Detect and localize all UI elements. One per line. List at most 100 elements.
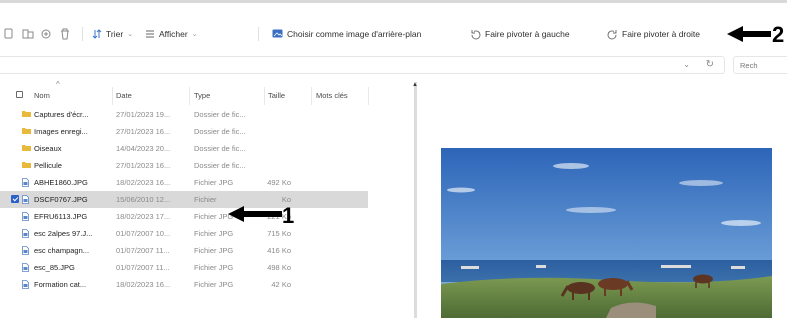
file-name: Pellicule	[34, 161, 62, 170]
delete-button[interactable]	[60, 25, 70, 43]
file-name: esc_85.JPG	[34, 263, 75, 272]
view-list-icon	[146, 30, 154, 38]
file-row[interactable]: Oiseaux 14/04/2023 20... Dossier de fic...	[0, 140, 368, 157]
file-type: Dossier de fic...	[194, 144, 246, 153]
file-name: Oiseaux	[34, 144, 62, 153]
file-date: 27/01/2023 16...	[116, 161, 171, 170]
annotation-label-2: 2	[772, 22, 785, 47]
file-row[interactable]: esc 2alpes 97.J... 01/07/2007 10... Fichie…	[0, 225, 368, 242]
image-file-icon	[22, 229, 29, 240]
image-preview	[441, 148, 772, 318]
chevron-down-icon[interactable]: ⌄	[683, 60, 690, 69]
rotate-right-label: Faire pivoter à droite	[622, 29, 700, 39]
file-type: Fichier JPG	[194, 178, 234, 187]
search-input[interactable]: Rech	[733, 56, 787, 74]
folder-icon	[22, 161, 31, 170]
share-icon	[41, 29, 51, 39]
folder-icon	[22, 127, 31, 136]
image-file-icon	[22, 263, 29, 274]
file-size: 416 Ko	[267, 246, 291, 255]
wallpaper-icon	[272, 29, 283, 38]
column-header-type[interactable]: Type	[194, 91, 210, 105]
file-type: Dossier de fic...	[194, 110, 246, 119]
file-row[interactable]: Captures d'écr... 27/01/2023 19... Dossier…	[0, 106, 368, 123]
chevron-down-icon: ⌄	[127, 31, 134, 38]
vertical-scrollbar[interactable]	[414, 82, 417, 318]
folder-icon	[22, 144, 31, 153]
file-date: 01/07/2007 11...	[116, 263, 170, 272]
image-file-icon	[22, 212, 29, 223]
set-background-button[interactable]: Choisir comme image d'arrière-plan	[272, 25, 421, 43]
column-header-date[interactable]: Date	[116, 91, 132, 105]
column-divider	[264, 87, 265, 105]
sort-ascending-icon: ^	[56, 80, 60, 89]
copy-icon	[4, 28, 13, 39]
file-row[interactable]: EFRU6113.JPG18/02/2023 17...Fichier JPG2…	[0, 208, 368, 225]
view-label: Afficher	[159, 29, 188, 39]
trash-icon	[61, 28, 69, 40]
file-type: Dossier de fic...	[194, 161, 246, 170]
file-date: 14/04/2023 20...	[116, 144, 171, 153]
file-list: ^ Nom Date Type Taille Mots clés Capture…	[0, 80, 420, 318]
file-date: 15/06/2010 12...	[116, 195, 171, 204]
share-button[interactable]	[40, 25, 52, 43]
column-divider	[368, 87, 369, 105]
file-name: Formation cat...	[34, 280, 87, 289]
copy-button[interactable]	[4, 25, 14, 43]
file-date: 27/01/2023 19...	[116, 110, 171, 119]
image-file-icon	[22, 195, 29, 206]
file-size: 42 Ko	[271, 280, 291, 289]
paste-icon	[22, 29, 34, 39]
file-type: Fichier	[194, 195, 217, 204]
column-header-tags[interactable]: Mots clés	[316, 91, 348, 105]
rotate-left-icon	[471, 29, 481, 39]
set-background-label: Choisir comme image d'arrière-plan	[287, 29, 422, 39]
file-size: 498 Ko	[267, 263, 291, 272]
file-row[interactable]: esc_85.JPG 01/07/2007 11... Fichier JPG 498…	[0, 259, 368, 276]
file-type: Fichier JPG	[194, 263, 234, 272]
file-name: esc 2alpes 97.J...	[34, 229, 93, 238]
toolbar-divider	[82, 27, 83, 41]
image-file-icon	[22, 280, 29, 291]
column-divider	[112, 87, 113, 105]
paste-button[interactable]	[22, 25, 34, 43]
file-row[interactable]: esc champagn... 01/07/2007 11... Fichier J…	[0, 242, 368, 259]
row-checkbox[interactable]	[11, 195, 19, 203]
file-name: ABHE1860.JPG	[34, 178, 88, 187]
column-header-size[interactable]: Taille	[268, 91, 285, 105]
image-file-icon	[22, 178, 29, 189]
file-date: 01/07/2007 10...	[116, 229, 171, 238]
file-row[interactable]: ABHE1860.JPG 18/02/2023 16... Fichier JPG 4…	[0, 174, 368, 191]
column-divider	[189, 87, 190, 105]
rotate-left-button[interactable]: Faire pivoter à gauche	[470, 25, 570, 43]
chevron-down-icon: ⌄	[191, 31, 198, 38]
rotate-right-button[interactable]: Faire pivoter à droite	[607, 25, 700, 43]
file-name: EFRU6113.JPG	[34, 212, 88, 221]
file-size: 492 Ko	[267, 178, 291, 187]
refresh-icon[interactable]: ↻	[706, 59, 714, 70]
file-size: 715 Ko	[267, 229, 291, 238]
file-date: 18/02/2023 17...	[116, 212, 171, 221]
sort-label: Trier	[106, 29, 124, 39]
scroll-up-arrow-icon[interactable]: ▲	[412, 82, 418, 88]
search-placeholder: Rech	[740, 61, 758, 70]
file-type: Fichier JPG	[194, 246, 234, 255]
file-row[interactable]: Images enregi... 27/01/2023 16... Dossier …	[0, 123, 368, 140]
file-name: DSCF0767.JPG	[34, 195, 88, 204]
file-name: Captures d'écr...	[34, 110, 89, 119]
file-name: Images enregi...	[34, 127, 88, 136]
file-row[interactable]: Formation cat... 18/02/2023 16... Fichier …	[0, 276, 368, 293]
column-divider	[311, 87, 312, 105]
annotation-arrow-2	[727, 26, 771, 42]
file-type: Fichier JPG	[194, 229, 234, 238]
command-bar: Trier ⌄ Afficher ⌄ Choisir comme image d…	[0, 0, 787, 55]
view-button[interactable]: Afficher ⌄	[145, 25, 198, 43]
sort-button[interactable]: Trier ⌄	[92, 25, 133, 43]
file-date: 18/02/2023 16...	[116, 178, 171, 187]
file-row[interactable]: Pellicule 27/01/2023 16... Dossier de fic.…	[0, 157, 368, 174]
file-row[interactable]: DSCF0767.JPG 15/06/2010 12... Fichier Ko	[0, 191, 368, 208]
address-bar[interactable]: ⌄ ↻	[0, 56, 725, 74]
file-date: 18/02/2023 16...	[116, 280, 171, 289]
column-header-name[interactable]: Nom	[34, 91, 50, 105]
select-all-checkbox[interactable]	[16, 91, 23, 98]
